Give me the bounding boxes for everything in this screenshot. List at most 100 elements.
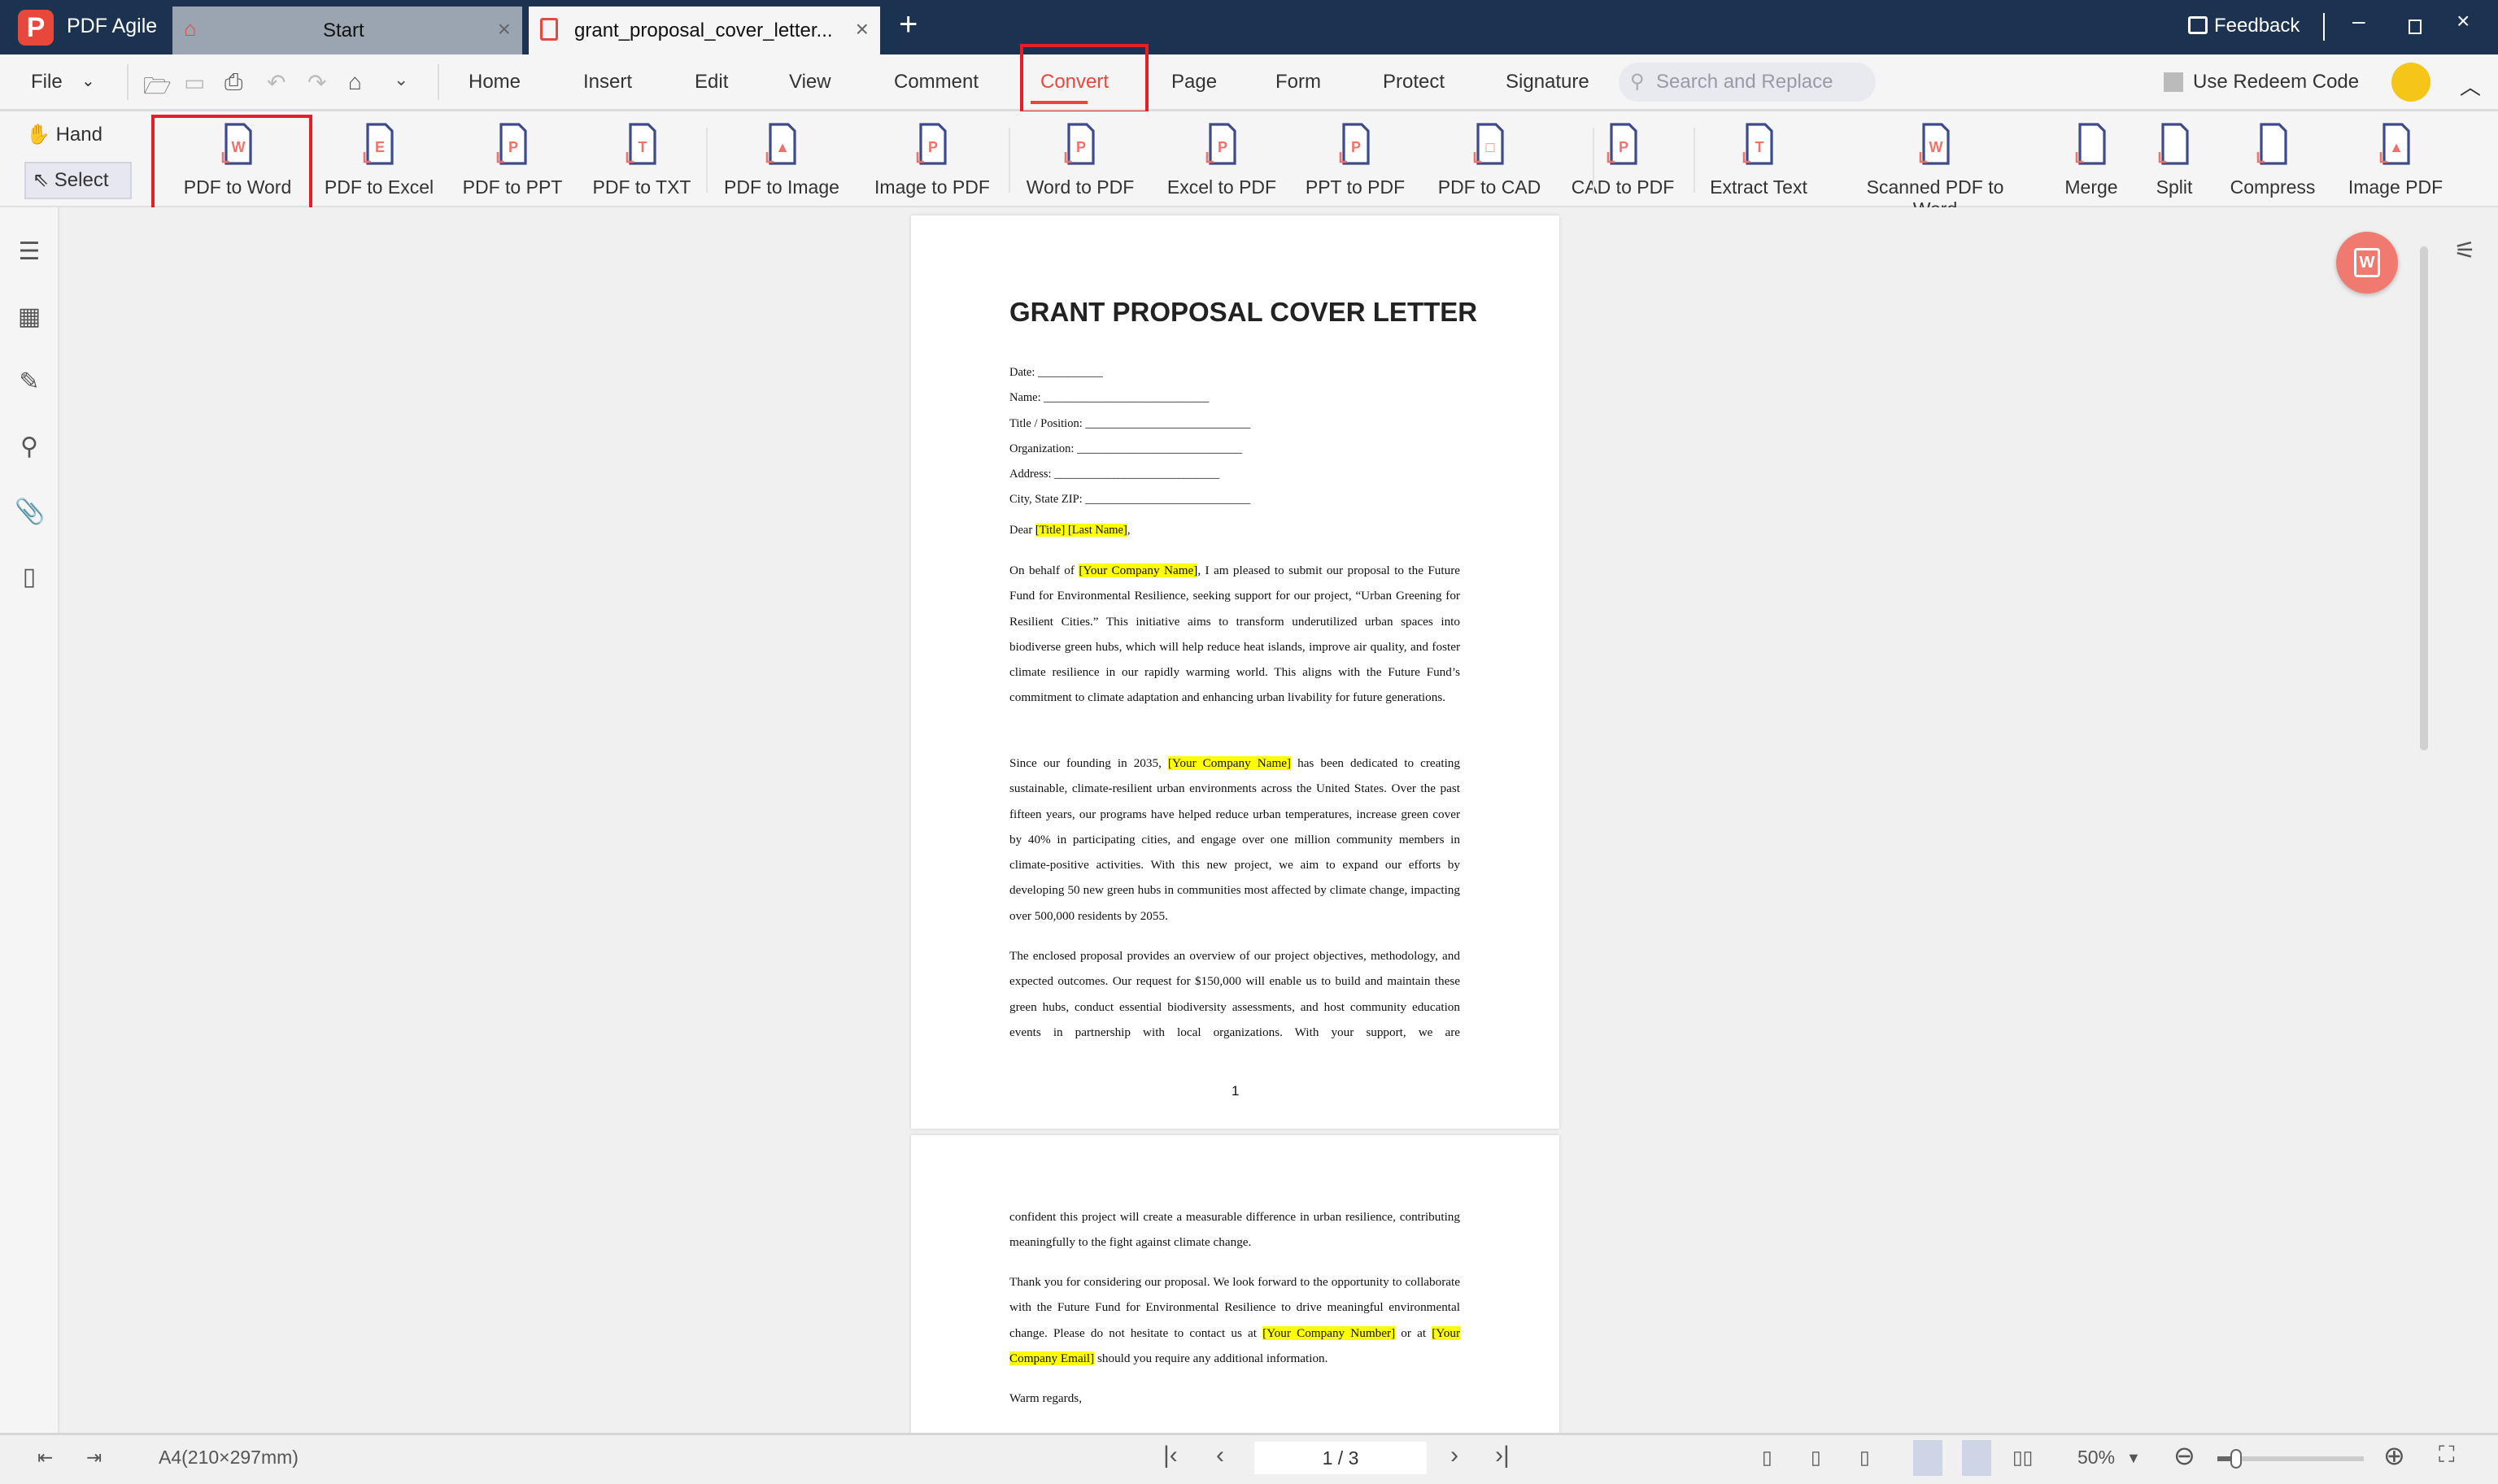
tab-start[interactable]: ⌂ Start ×: [172, 7, 522, 54]
save-icon[interactable]: ▭: [184, 69, 205, 96]
tab-document[interactable]: grant_proposal_cover_letter... ×: [529, 7, 880, 54]
customize-dropdown-icon[interactable]: ⌄: [394, 69, 408, 90]
zoom-dropdown-icon[interactable]: ▼: [2126, 1450, 2141, 1467]
svg-text:P: P: [508, 139, 518, 155]
ribbon-pdf-to-txt-button[interactable]: T PDF to TXT: [573, 120, 711, 198]
redeem-code-icon: [2164, 72, 2183, 92]
ribbon-scanned-pdf-to-word-button[interactable]: WScanned PDF to Word: [1866, 120, 2004, 220]
tab-comment[interactable]: Comment: [894, 71, 979, 94]
svg-text:▲: ▲: [775, 139, 790, 155]
document-properties-icon[interactable]: ▯: [15, 563, 44, 592]
svg-text:P: P: [928, 139, 938, 155]
undo-icon[interactable]: ↶: [267, 69, 286, 96]
text: Dear: [1009, 524, 1035, 537]
pdf-to-excel-icon: E: [363, 123, 394, 165]
fullscreen-icon[interactable]: ⛶: [2439, 1442, 2455, 1469]
minimize-button[interactable]: –: [2352, 8, 2365, 34]
hand-tool[interactable]: ✋ Hand: [26, 123, 102, 146]
new-tab-button[interactable]: +: [899, 7, 918, 43]
tab-insert[interactable]: Insert: [583, 71, 632, 94]
search-input[interactable]: ⚲ Search and Replace: [1619, 63, 1876, 102]
open-folder-icon[interactable]: 🗁: [143, 69, 172, 108]
redo-icon[interactable]: ↷: [307, 69, 326, 96]
ribbon-pdf-to-excel-button[interactable]: E PDF to Excel: [310, 120, 448, 198]
thumbnails-icon[interactable]: ▦: [15, 302, 44, 332]
ribbon-image-pdf-button[interactable]: ▲ Image PDF: [2326, 120, 2465, 198]
tab-protect[interactable]: Protect: [1383, 71, 1445, 94]
ribbon-pdf-to-word-button[interactable]: W PDF to Word: [168, 120, 307, 198]
maximize-button[interactable]: [2409, 20, 2422, 34]
collapse-ribbon-icon[interactable]: ︿: [2460, 71, 2481, 101]
menu-icon[interactable]: ☰: [15, 237, 44, 267]
close-tab-icon[interactable]: ×: [498, 16, 511, 42]
tab-home[interactable]: Home: [469, 71, 521, 94]
zoom-slider[interactable]: [2217, 1449, 2364, 1469]
close-window-button[interactable]: ×: [2457, 8, 2470, 34]
tab-signature[interactable]: Signature: [1506, 71, 1589, 94]
vertical-scrollbar[interactable]: [2418, 224, 2428, 1419]
home-icon[interactable]: ⌂: [348, 69, 362, 95]
ribbon-extract-text-button[interactable]: T Extract Text: [1689, 120, 1828, 198]
ribbon-pdf-to-cad-button[interactable]: □ PDF to CAD: [1420, 120, 1559, 198]
paragraph-3-continued: confident this project will create a mea…: [1009, 1210, 1460, 1250]
single-page-scroll-icon[interactable]: [1913, 1440, 1942, 1476]
field-organization: Organization: __________________________…: [1009, 442, 1243, 455]
print-icon[interactable]: ⎙: [225, 69, 242, 96]
page-size: A4(210×297mm): [159, 1447, 299, 1468]
next-view-icon[interactable]: ⇥: [86, 1447, 102, 1469]
ribbon-cad-to-pdf-button[interactable]: P CAD to PDF: [1554, 120, 1692, 198]
avatar[interactable]: [2391, 63, 2430, 102]
file-menu[interactable]: File: [31, 71, 63, 94]
ribbon-word-to-pdf-button[interactable]: P Word to PDF: [1011, 120, 1149, 198]
divider: [127, 64, 129, 100]
field-address: Address: ____________________________: [1009, 468, 1220, 481]
continuous-scroll-icon[interactable]: [1962, 1440, 1991, 1476]
ribbon-label: PDF to Word: [183, 176, 292, 198]
ribbon-pdf-to-ppt-button[interactable]: P PDF to PPT: [443, 120, 582, 198]
word-icon: W: [2354, 248, 2380, 277]
close-tab-icon[interactable]: ×: [856, 16, 869, 42]
chevron-down-icon[interactable]: ⌄: [81, 71, 95, 91]
tab-page[interactable]: Page: [1171, 71, 1217, 94]
convert-to-word-floating-button[interactable]: W: [2336, 232, 2398, 294]
zoom-in-button[interactable]: ⊕: [2383, 1440, 2405, 1471]
ribbon-compress-button[interactable]: Compress: [2204, 120, 2342, 198]
ribbon-image-to-pdf-button[interactable]: P Image to PDF: [863, 120, 1001, 198]
tab-form[interactable]: Form: [1275, 71, 1321, 94]
ribbon-ppt-to-pdf-button[interactable]: P PPT to PDF: [1286, 120, 1424, 198]
text: Since our founding in 2035,: [1009, 756, 1168, 770]
zoom-level[interactable]: 50%: [2077, 1447, 2115, 1469]
paragraph-4: Thank you for considering our proposal. …: [1009, 1269, 1460, 1371]
feedback-button[interactable]: Feedback: [2214, 15, 2300, 37]
select-label: Select: [54, 169, 109, 191]
tab-view[interactable]: View: [789, 71, 831, 94]
ribbon-label: PPT to PDF: [1305, 176, 1406, 198]
divider: [1593, 128, 1594, 193]
signature-icon[interactable]: ✎: [15, 368, 44, 397]
fit-page-icon[interactable]: ▯: [1811, 1447, 1821, 1469]
settings-sliders-icon[interactable]: ⚟: [2454, 237, 2476, 265]
first-page-button[interactable]: |‹: [1163, 1442, 1178, 1469]
actual-size-icon[interactable]: ▯: [1762, 1447, 1772, 1469]
last-page-button[interactable]: ›|: [1495, 1442, 1510, 1469]
page-input[interactable]: 1 / 3: [1254, 1442, 1427, 1474]
next-page-button[interactable]: ›: [1450, 1442, 1458, 1469]
zoom-slider-thumb[interactable]: [2230, 1449, 2242, 1469]
fit-width-icon[interactable]: ▯: [1859, 1447, 1870, 1469]
previous-page-button[interactable]: ‹: [1216, 1442, 1224, 1469]
scrollbar-thumb[interactable]: [2420, 246, 2428, 751]
text: ,: [1127, 524, 1131, 537]
select-tool[interactable]: ⇖ Select: [24, 162, 132, 199]
two-page-icon[interactable]: ▯▯: [2012, 1447, 2033, 1469]
attachment-icon[interactable]: 📎: [15, 498, 45, 527]
redeem-code-button[interactable]: Use Redeem Code: [2193, 71, 2359, 94]
app-logo-icon: P: [18, 10, 54, 46]
text: , I am pleased to submit our proposal to…: [1009, 564, 1460, 705]
ribbon-excel-to-pdf-button[interactable]: P Excel to PDF: [1153, 120, 1291, 198]
zoom-out-button[interactable]: ⊖: [2173, 1440, 2195, 1471]
tab-edit[interactable]: Edit: [695, 71, 728, 94]
previous-view-icon[interactable]: ⇤: [37, 1447, 53, 1469]
ribbon-pdf-to-image-button[interactable]: ▲ PDF to Image: [713, 120, 851, 198]
search-icon[interactable]: ⚲: [15, 433, 44, 462]
image-to-pdf-icon: P: [916, 123, 947, 165]
